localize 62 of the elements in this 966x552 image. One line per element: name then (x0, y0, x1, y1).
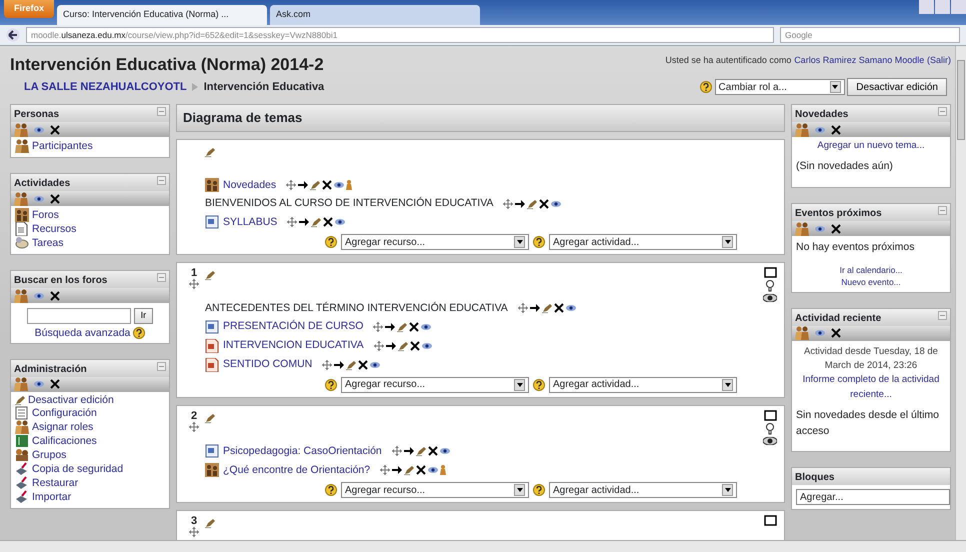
block-link[interactable]: Recursos (32, 223, 76, 235)
user-link[interactable]: Carlos Ramirez Samano Moodle (794, 54, 924, 68)
add-activity-select[interactable]: Agregar actividad... (549, 234, 737, 250)
block-link[interactable]: Nuevo evento... (841, 276, 901, 287)
activity-link[interactable]: SYLLABUS (223, 216, 278, 228)
section-number: 1 (190, 267, 198, 279)
block-link[interactable]: Agregar un nuevo tema... (796, 139, 946, 154)
search-field[interactable]: Google (780, 27, 960, 43)
breadcrumb-item[interactable]: LA SALLE NEZAHUALCOYOTL (24, 78, 187, 96)
add-resource-select[interactable]: Agregar recurso... (341, 376, 529, 392)
browser-tab[interactable]: Ask.com (270, 5, 480, 25)
address-field[interactable]: moodle.ulsaneza.edu.mx/course/view.php?id=652&edit=1&sesskey=VwzN880bi1 (26, 27, 774, 43)
logout-link[interactable]: (Salir) (927, 54, 951, 68)
activity-link[interactable]: ¿Qué encontre de Orientación? (223, 464, 370, 476)
block-link[interactable]: Calificaciones (32, 434, 97, 446)
block-title: Actividades (14, 177, 70, 191)
activity-link[interactable]: Novedades (223, 178, 276, 192)
add-resource-select[interactable]: Agregar recurso... (341, 482, 529, 498)
block-title: Actividad reciente (795, 312, 882, 326)
edit-mode-button[interactable]: Desactivar edición (847, 78, 947, 96)
block-title: Administración (14, 362, 87, 376)
role-select[interactable]: Cambiar rol a... (714, 79, 845, 95)
block-link[interactable]: Búsqueda avanzada (34, 326, 130, 338)
add-block-select[interactable]: Agregar... (796, 489, 950, 506)
block-link[interactable]: Copia de seguridad (32, 462, 124, 474)
login-text: Usted se ha autentificado como (665, 54, 792, 67)
section-heading: Diagrama de temas (176, 104, 785, 132)
block-link[interactable]: Restaurar (32, 476, 78, 488)
block-title: Buscar en los foros (14, 274, 108, 288)
add-activity-select[interactable]: Agregar actividad... (549, 482, 737, 498)
go-button[interactable]: Ir (134, 308, 154, 324)
block-link[interactable]: Ir al calendario... (840, 264, 902, 275)
section-number: 2 (190, 410, 198, 422)
block-link[interactable]: Informe completo de la actividad reciente... (796, 373, 946, 402)
activity-link[interactable]: Psicopedagogia: CasoOrientación (223, 444, 382, 458)
breadcrumb-item: Intervención Educativa (204, 80, 324, 95)
block-text: Actividad desde Tuesday, 18 de March de 2014, 23:26 (803, 344, 939, 373)
block-title: Bloques (795, 471, 834, 486)
block-text: No hay eventos próximos (796, 240, 916, 255)
block-link[interactable]: Desactivar edición (28, 394, 114, 406)
activity-link[interactable]: INTERVENCION EDUCATIVA (223, 339, 364, 352)
label-text: ANTECEDENTES DEL TÉRMINO INTERVENCIÓN EDUCATIVA (205, 302, 508, 314)
browser-tab[interactable]: Curso: Intervención Educativa (Norma) ... (57, 5, 268, 25)
add-activity-select[interactable]: Agregar actividad... (549, 376, 737, 392)
section-number: 3 (190, 515, 198, 527)
activity-link[interactable]: PRESENTACIÓN DE CURSO (223, 320, 364, 333)
block-title: Personas (14, 108, 60, 122)
block-link[interactable]: Importar (32, 490, 72, 502)
block-text: (Sin novedades aún) (796, 159, 894, 174)
page-title: Intervención Educativa (Norma) 2014-2 (10, 54, 324, 76)
block-text: Sin novedades desde el último acceso (796, 408, 940, 438)
label-text: BIENVENIDOS AL CURSO DE INTERVENCIÓN EDUCATIVA (205, 197, 494, 210)
block-link[interactable]: Asignar roles (32, 420, 94, 432)
block-title: Eventos próximos (795, 207, 882, 221)
block-link[interactable]: Participantes (32, 140, 93, 152)
block-link[interactable]: Foros (32, 209, 59, 221)
block-link[interactable]: Tareas (32, 237, 64, 249)
add-resource-select[interactable]: Agregar recurso... (341, 234, 529, 250)
block-link[interactable]: Configuración (32, 406, 97, 418)
activity-link[interactable]: SENTIDO COMUN (223, 358, 312, 371)
block-title: Novedades (795, 108, 848, 122)
block-link[interactable]: Grupos (32, 448, 66, 460)
